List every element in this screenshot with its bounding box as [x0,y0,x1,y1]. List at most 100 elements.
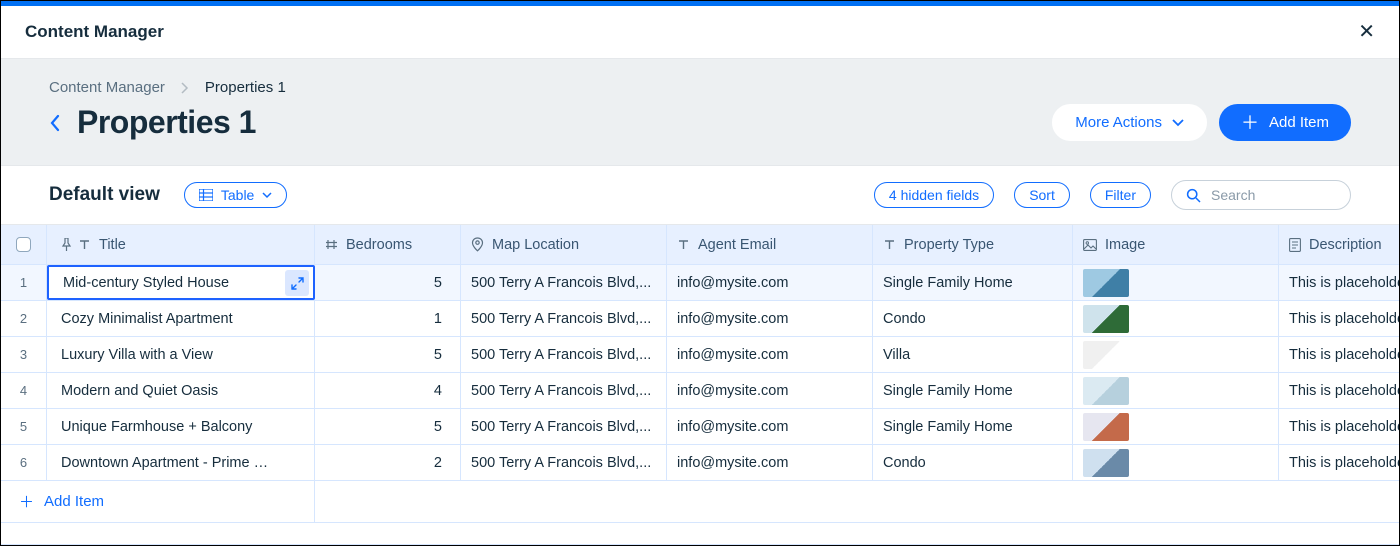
type-value: Condo [883,455,926,471]
image-cell[interactable] [1073,265,1279,300]
map-cell[interactable]: 500 Terry A Francois Blvd,... [461,301,667,336]
image-cell[interactable] [1073,337,1279,372]
plus-icon: ＋ [1241,114,1259,132]
table-row[interactable]: 1Mid-century Styled House5500 Terry A Fr… [1,265,1399,301]
column-header-map[interactable]: Map Location [461,225,667,264]
column-image-label: Image [1105,237,1145,253]
close-icon[interactable]: ✕ [1358,22,1375,42]
bedrooms-cell[interactable]: 5 [315,265,461,300]
image-cell[interactable] [1073,373,1279,408]
email-cell[interactable]: info@mysite.com [667,265,873,300]
map-value: 500 Terry A Francois Blvd,... [471,383,651,399]
desc-cell[interactable]: This is placeholde [1279,301,1399,336]
email-cell[interactable]: info@mysite.com [667,301,873,336]
column-header-type[interactable]: Property Type [873,225,1073,264]
map-cell[interactable]: 500 Terry A Francois Blvd,... [461,409,667,444]
data-grid: Title Bedrooms Map Location Agent Email [1,225,1399,545]
bedrooms-value: 1 [434,311,442,327]
more-actions-label: More Actions [1075,114,1162,131]
view-name: Default view [49,184,160,206]
add-row-spacer [315,481,1399,523]
desc-cell[interactable]: This is placeholde [1279,337,1399,372]
row-number-cell[interactable]: 6 [1,445,47,480]
row-number-cell[interactable]: 2 [1,301,47,336]
map-cell[interactable]: 500 Terry A Francois Blvd,... [461,445,667,480]
sort-button[interactable]: Sort [1014,182,1070,208]
map-value: 500 Terry A Francois Blvd,... [471,347,651,363]
row-number-cell[interactable]: 3 [1,337,47,372]
type-value: Villa [883,347,910,363]
email-value: info@mysite.com [677,455,788,471]
type-cell[interactable]: Single Family Home [873,265,1073,300]
image-cell[interactable] [1073,301,1279,336]
title-cell[interactable]: Luxury Villa with a View [47,337,315,372]
table-row[interactable]: 5Unique Farmhouse + Balcony5500 Terry A … [1,409,1399,445]
add-item-row[interactable]: ＋ Add Item [1,481,315,523]
table-row[interactable]: 3Luxury Villa with a View 5 500 Terry A Fr… [1,337,1399,373]
back-chevron-icon[interactable] [49,114,61,132]
row-number: 4 [20,383,27,398]
column-header-desc[interactable]: Description [1279,225,1399,264]
search-field-wrapper[interactable] [1171,180,1351,210]
desc-value: This is placeholde [1289,383,1399,399]
image-cell[interactable] [1073,409,1279,444]
add-item-button[interactable]: ＋ Add Item [1219,104,1351,141]
desc-value: This is placeholde [1289,275,1399,291]
type-cell[interactable]: Condo [873,301,1073,336]
select-all-checkbox[interactable] [16,237,31,252]
desc-cell[interactable]: This is placeholde [1279,265,1399,300]
bedrooms-cell[interactable]: 5 [315,409,461,444]
view-type-selector[interactable]: Table [184,182,287,208]
desc-value: This is placeholde [1289,311,1399,327]
search-input[interactable] [1211,187,1336,203]
view-type-label: Table [221,187,254,203]
table-row[interactable]: 6 Downtown Apartment - Prime … 2500 Terry … [1,445,1399,481]
bedrooms-cell[interactable]: 1 [315,301,461,336]
title-cell[interactable]: Cozy Minimalist Apartment [47,301,315,336]
desc-cell[interactable]: This is placeholde [1279,409,1399,444]
email-cell[interactable]: info@mysite.com [667,373,873,408]
table-icon [199,189,213,201]
table-row[interactable]: 2Cozy Minimalist Apartment 1 500 Terry A F… [1,301,1399,337]
bedrooms-cell[interactable]: 2 [315,445,461,480]
image-cell[interactable] [1073,445,1279,480]
title-cell[interactable]: Mid-century Styled House [47,265,315,300]
desc-cell[interactable]: This is placeholde [1279,445,1399,480]
column-header-email[interactable]: Agent Email [667,225,873,264]
bedrooms-value: 5 [434,347,442,363]
title-cell[interactable]: Modern and Quiet Oasis [47,373,315,408]
row-number-cell[interactable]: 4 [1,373,47,408]
row-number-cell[interactable]: 5 [1,409,47,444]
map-cell[interactable]: 500 Terry A Francois Blvd,... [461,337,667,372]
row-number: 5 [20,419,27,434]
bedrooms-cell[interactable]: 4 [315,373,461,408]
email-cell[interactable]: info@mysite.com [667,409,873,444]
expand-icon[interactable] [285,270,309,296]
email-cell[interactable]: info@mysite.com [667,445,873,480]
more-actions-button[interactable]: More Actions [1052,104,1207,141]
column-header-title[interactable]: Title [47,225,315,264]
title-value: Unique Farmhouse + Balcony [61,419,252,435]
title-cell[interactable]: Unique Farmhouse + Balcony [47,409,315,444]
bedrooms-cell[interactable]: 5 [315,337,461,372]
map-cell[interactable]: 500 Terry A Francois Blvd,... [461,265,667,300]
email-cell[interactable]: info@mysite.com [667,337,873,372]
map-cell[interactable]: 500 Terry A Francois Blvd,... [461,373,667,408]
column-header-image[interactable]: Image [1073,225,1279,264]
title-cell[interactable]: Downtown Apartment - Prime … [47,445,315,480]
column-header-bedrooms[interactable]: Bedrooms [315,225,461,264]
type-cell[interactable]: Single Family Home [873,373,1073,408]
filter-button[interactable]: Filter [1090,182,1151,208]
breadcrumb-current: Properties 1 [205,79,286,96]
breadcrumb-root[interactable]: Content Manager [49,79,165,96]
table-row[interactable]: 4Modern and Quiet Oasis4500 Terry A Fran… [1,373,1399,409]
type-cell[interactable]: Single Family Home [873,409,1073,444]
hidden-fields-button[interactable]: 4 hidden fields [874,182,994,208]
type-cell[interactable]: Condo [873,445,1073,480]
email-value: info@mysite.com [677,347,788,363]
title-value: Downtown Apartment - Prime … [61,455,268,471]
type-cell[interactable]: Villa [873,337,1073,372]
desc-cell[interactable]: This is placeholde [1279,373,1399,408]
header-checkbox-cell[interactable] [1,225,47,264]
row-number-cell[interactable]: 1 [1,265,47,300]
